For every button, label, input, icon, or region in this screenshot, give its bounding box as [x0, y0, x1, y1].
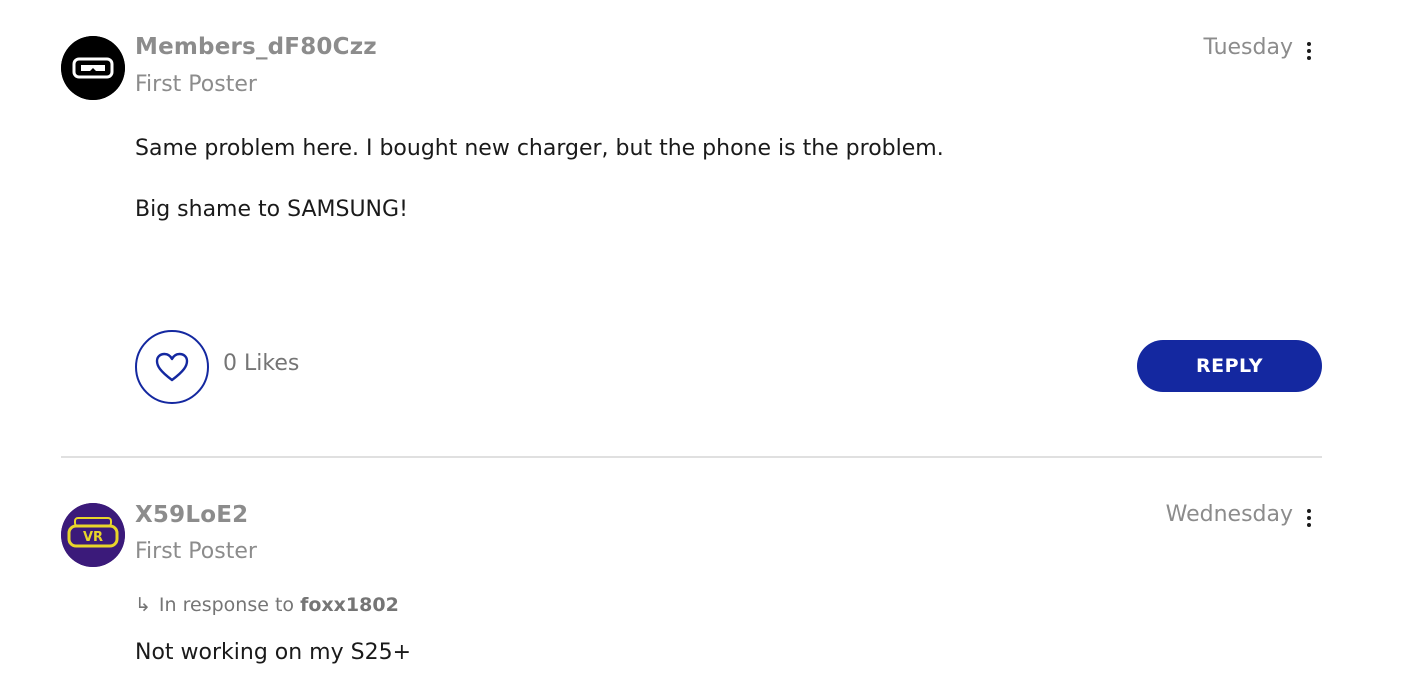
reply-button[interactable]: REPLY: [1137, 340, 1322, 392]
vr-headset-icon: [61, 36, 125, 100]
in-response-to: ↳ In response to foxx1802: [135, 594, 399, 616]
reply-arrow-icon: ↳: [135, 594, 151, 616]
author-rank: First Poster: [135, 539, 257, 564]
post-paragraph: Big shame to SAMSUNG!: [135, 197, 408, 222]
more-options-icon[interactable]: [1302, 507, 1316, 529]
author-username[interactable]: Members_dF80Czz: [135, 34, 377, 60]
post-paragraph: Not working on my S25+: [135, 640, 412, 665]
message-post: Members_dF80Czz First Poster Tuesday Sam…: [0, 0, 1419, 458]
avatar[interactable]: [61, 36, 125, 100]
in-response-prefix: In response to: [158, 594, 295, 616]
message-post: VR X59LoE2 First Poster Wednesday ↳ In re…: [0, 458, 1419, 700]
vr-badge-icon: VR: [61, 503, 125, 567]
like-button[interactable]: [135, 330, 209, 404]
post-date: Tuesday: [1203, 35, 1293, 60]
in-response-user-link[interactable]: foxx1802: [300, 594, 399, 616]
author-username[interactable]: X59LoE2: [135, 502, 248, 528]
likes-count: 0 Likes: [223, 351, 300, 376]
heart-icon: [155, 352, 189, 382]
post-date: Wednesday: [1165, 502, 1293, 527]
author-rank: First Poster: [135, 72, 257, 97]
post-paragraph: Same problem here. I bought new charger,…: [135, 136, 944, 161]
avatar[interactable]: VR: [61, 503, 125, 567]
svg-text:VR: VR: [83, 530, 103, 545]
more-options-icon[interactable]: [1302, 40, 1316, 62]
